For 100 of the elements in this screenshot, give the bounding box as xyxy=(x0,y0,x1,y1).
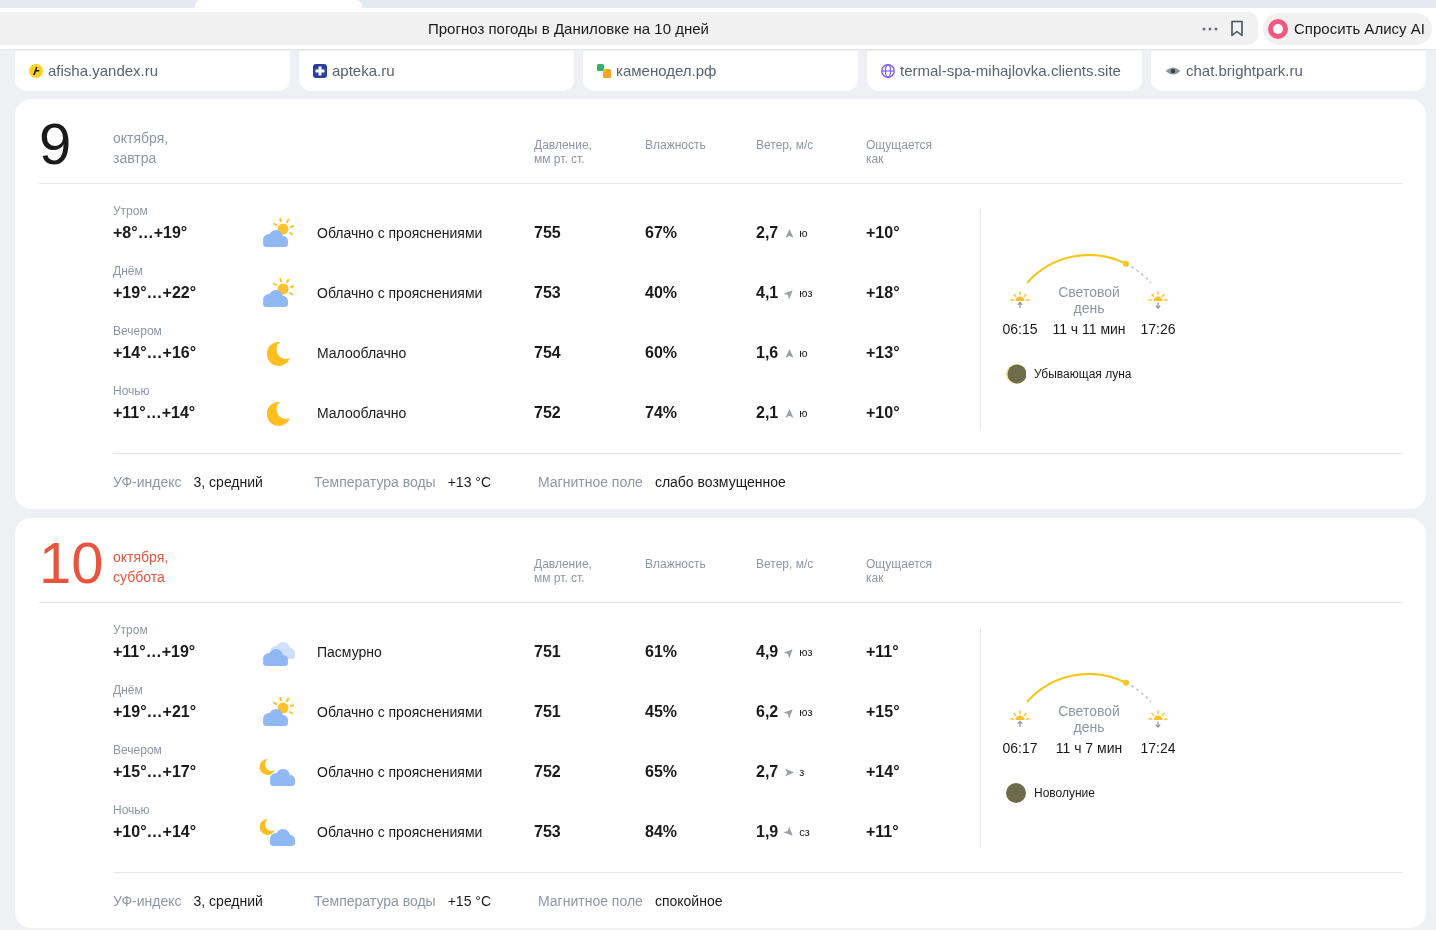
temperature-range: +8°…+19° xyxy=(113,223,189,243)
cloud-moon-icon xyxy=(258,756,298,788)
period-label: Утром xyxy=(113,203,149,219)
feels-like-value: +11° xyxy=(866,822,900,842)
wind-speed: 1,6 xyxy=(756,343,779,363)
feels-like-value: +11° xyxy=(866,642,900,662)
bookmark-icon[interactable] xyxy=(1230,20,1244,37)
wind-speed: 4,9 xyxy=(756,642,779,662)
period-label: Утром xyxy=(113,622,149,638)
detail-value: спокойное xyxy=(654,891,723,911)
humidity-value: 40% xyxy=(645,283,679,303)
period-label: Ночью xyxy=(113,802,151,818)
cross-icon xyxy=(313,64,327,78)
period-label: Днём xyxy=(113,263,144,279)
sunrise-icon xyxy=(1010,291,1030,309)
wind-speed: 2,7 xyxy=(756,762,779,782)
assistant-button[interactable]: Спросить Алису AI xyxy=(1263,12,1432,45)
condition-text: Облачно с прояснениями xyxy=(317,284,484,303)
figure-icon xyxy=(29,64,43,78)
feels-like-value: +14° xyxy=(866,762,901,782)
wind-direction: сз xyxy=(799,825,810,839)
humidity-value: 67% xyxy=(645,223,679,243)
day-date: октября, суббота xyxy=(113,548,170,587)
detail-label: Температура воды xyxy=(314,891,436,911)
pressure-value: 752 xyxy=(534,762,562,782)
period-label: Вечером xyxy=(113,323,163,339)
column-header: Влажность xyxy=(645,138,707,152)
daylight-label: Световой день xyxy=(1057,703,1121,735)
eye-icon xyxy=(1165,66,1181,76)
cloud-moon-icon xyxy=(258,816,298,848)
wind-direction: юз xyxy=(799,705,813,719)
wind-speed: 6,2 xyxy=(756,702,779,722)
humidity-value: 65% xyxy=(645,762,679,782)
bookmark-link[interactable]: chat.brightpark.ru xyxy=(1151,51,1426,91)
condition-text: Малооблачно xyxy=(317,344,408,363)
humidity-value: 61% xyxy=(645,642,679,662)
sunset-time: 17:24 xyxy=(1139,739,1177,757)
wind-direction: ю xyxy=(799,346,808,360)
sunrise-time: 06:15 xyxy=(1001,320,1039,338)
feels-like-value: +15° xyxy=(866,702,901,722)
bookmark-link[interactable]: afisha.yandex.ru xyxy=(15,51,290,91)
detail-value: +15 °C xyxy=(447,891,492,911)
feels-like-value: +10° xyxy=(866,223,901,243)
moon-phase-icon xyxy=(1006,783,1026,803)
bookmark-link[interactable]: apteka.ru xyxy=(299,51,574,91)
day-number: 9 xyxy=(39,115,73,173)
detail-label: УФ-индекс xyxy=(113,472,182,492)
detail-value: 3, средний xyxy=(193,891,263,911)
humidity-value: 84% xyxy=(645,822,679,842)
day-length: 11 ч 7 мин xyxy=(1054,739,1124,757)
moon-phase-label: Убывающая луна xyxy=(1034,366,1132,382)
detail-value: слабо возмущенное xyxy=(654,472,786,492)
wind-direction: юз xyxy=(799,645,813,659)
detail-value: 3, средний xyxy=(193,472,263,492)
wind-direction: ю xyxy=(799,406,808,420)
column-header: Ветер, м/с xyxy=(756,138,815,152)
column-header: Давление, мм рт. ст. xyxy=(534,557,593,585)
condition-text: Малооблачно xyxy=(317,404,408,423)
humidity-value: 45% xyxy=(645,702,679,722)
bookmark-link[interactable]: каменодел.рф xyxy=(583,51,858,91)
condition-text: Пасмурно xyxy=(317,643,383,662)
column-header: Влажность xyxy=(645,557,707,571)
wind-speed: 1,9 xyxy=(756,822,779,842)
pressure-value: 754 xyxy=(534,343,562,363)
temperature-range: +19°…+22° xyxy=(113,283,198,303)
temperature-range: +15°…+17° xyxy=(113,762,198,782)
column-header: Давление, мм рт. ст. xyxy=(534,138,593,166)
period-label: Ночью xyxy=(113,383,151,399)
wind-speed: 2,7 xyxy=(756,223,779,243)
globe-icon xyxy=(881,64,895,78)
address-bar[interactable]: Прогноз погоды в Даниловке на 10 дней xyxy=(0,12,1258,45)
condition-text: Облачно с прояснениями xyxy=(317,763,484,782)
sunrise-time: 06:17 xyxy=(1001,739,1039,757)
temperature-range: +14°…+16° xyxy=(113,343,198,363)
pressure-value: 751 xyxy=(534,642,562,662)
temperature-range: +19°…+21° xyxy=(113,702,198,722)
feels-like-value: +18° xyxy=(866,283,901,303)
detail-label: Температура воды xyxy=(314,472,436,492)
period-label: Днём xyxy=(113,682,144,698)
humidity-value: 74% xyxy=(645,403,679,423)
condition-text: Облачно с прояснениями xyxy=(317,703,484,722)
pressure-value: 751 xyxy=(534,702,562,722)
day-length: 11 ч 11 мин xyxy=(1051,320,1127,338)
pressure-value: 753 xyxy=(534,822,562,842)
sunrise-icon xyxy=(1010,710,1030,728)
column-header: Ощущается как xyxy=(866,138,932,166)
column-header: Ветер, м/с xyxy=(756,557,815,571)
ring-icon xyxy=(1268,18,1288,39)
bookmark-link[interactable]: termal-spa-mihajlovka.clients.site xyxy=(867,51,1142,91)
wind-speed: 2,1 xyxy=(756,403,779,423)
sunset-icon xyxy=(1148,710,1168,728)
humidity-value: 60% xyxy=(645,343,679,363)
day-number: 10 xyxy=(39,534,105,592)
moon-phase-label: Новолуние xyxy=(1034,785,1095,801)
sunset-icon xyxy=(1148,291,1168,309)
daylight-label: Световой день xyxy=(1057,284,1121,316)
wind-direction: ю xyxy=(799,226,808,240)
feels-like-value: +10° xyxy=(866,403,901,423)
pressure-value: 753 xyxy=(534,283,562,303)
wind-arrow-icon xyxy=(785,348,795,358)
